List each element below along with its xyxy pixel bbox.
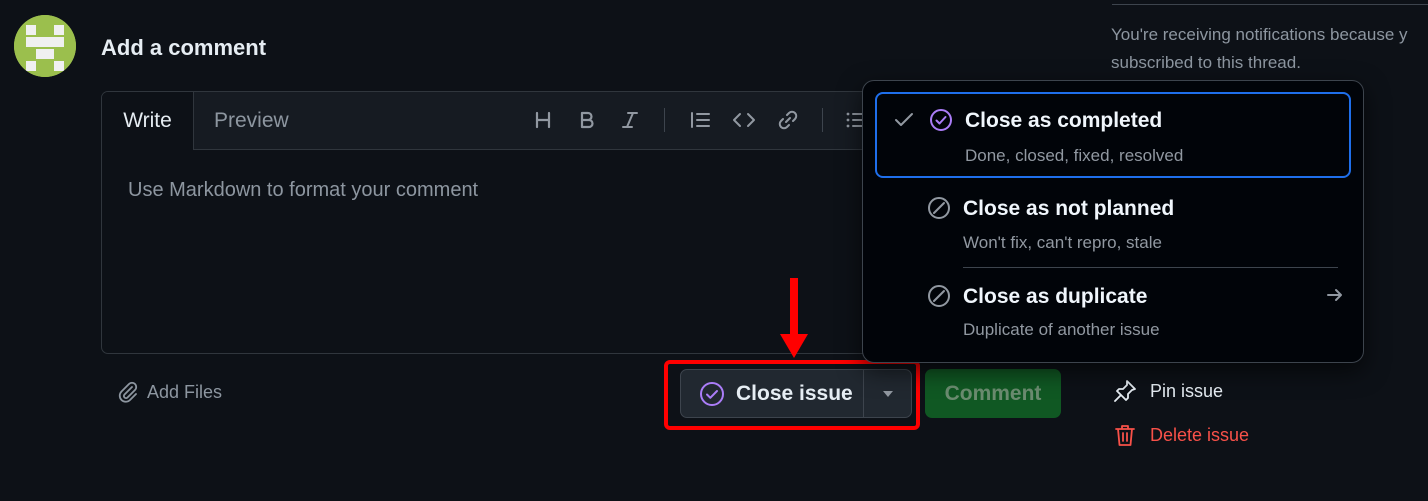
tab-preview[interactable]: Preview (214, 109, 289, 133)
paperclip-icon (118, 381, 138, 403)
menu-item-title: Close as duplicate (963, 285, 1148, 308)
menu-item-close-not-planned[interactable]: Close as not planned Won't fix, can't re… (875, 180, 1351, 266)
notification-reason: You're receiving notifications because y… (1111, 25, 1408, 72)
menu-divider (963, 267, 1338, 268)
quote-icon[interactable] (687, 107, 713, 133)
annotation-arrow-icon (780, 278, 808, 358)
annotation-highlight-box (664, 360, 920, 430)
close-reason-menu: Close as completed Done, closed, fixed, … (862, 80, 1364, 363)
menu-item-title: Close as completed (965, 109, 1163, 132)
pin-issue-label: Pin issue (1150, 380, 1224, 401)
add-files-button[interactable]: Add Files (117, 381, 222, 403)
tab-write[interactable]: Write (102, 92, 194, 150)
skip-icon (928, 285, 950, 307)
menu-item-description: Done, closed, fixed, resolved (965, 146, 1184, 165)
code-icon[interactable] (731, 107, 757, 133)
pin-issue-button[interactable]: Pin issue (1112, 378, 1223, 404)
toolbar-divider (822, 108, 823, 132)
menu-item-close-completed[interactable]: Close as completed Done, closed, fixed, … (875, 92, 1351, 178)
comment-input-placeholder[interactable]: Use Markdown to format your comment (128, 179, 478, 202)
menu-item-description: Duplicate of another issue (963, 320, 1160, 339)
comment-heading: Add a comment (101, 35, 267, 60)
identicon-icon (14, 15, 76, 77)
menu-item-title: Close as not planned (963, 197, 1175, 220)
toolbar-divider (664, 108, 665, 132)
editor-header: Write Preview (102, 92, 900, 150)
menu-item-close-duplicate[interactable]: Close as duplicate Duplicate of another … (875, 269, 1351, 355)
comment-button[interactable]: Comment (925, 369, 1061, 418)
delete-issue-label: Delete issue (1150, 424, 1250, 445)
delete-issue-button[interactable]: Delete issue (1112, 422, 1249, 448)
avatar[interactable] (14, 15, 76, 77)
checkmark-icon (895, 113, 913, 126)
bold-icon[interactable] (574, 107, 600, 133)
sidebar-divider (1112, 0, 1428, 5)
italic-icon[interactable] (617, 107, 643, 133)
trash-icon (1115, 425, 1135, 446)
arrow-right-icon (1327, 289, 1342, 301)
link-icon[interactable] (775, 107, 801, 133)
heading-icon[interactable] (530, 107, 556, 133)
add-files-label: Add Files (147, 381, 223, 402)
skip-icon (928, 197, 950, 219)
menu-item-description: Won't fix, can't repro, stale (963, 233, 1162, 252)
pin-icon (1114, 380, 1136, 402)
check-circle-icon (930, 109, 952, 131)
